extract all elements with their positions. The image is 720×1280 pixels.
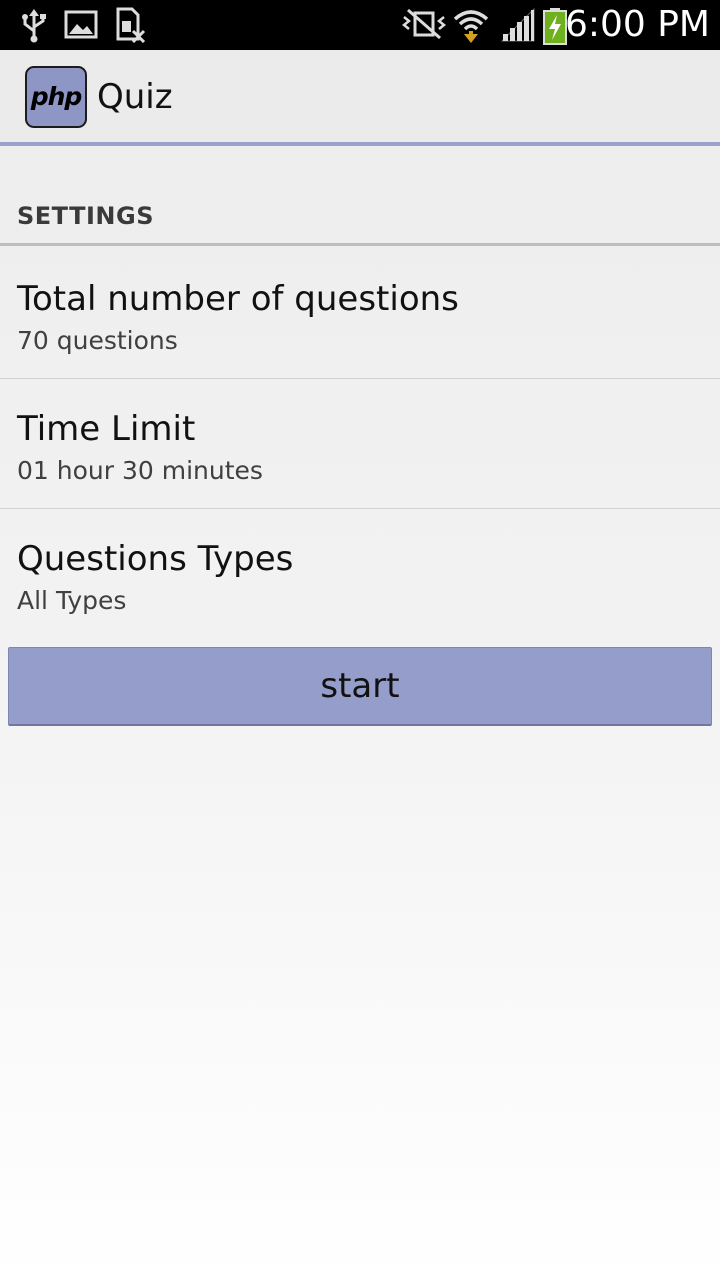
pref-title: Questions Types — [17, 539, 294, 579]
settings-header-label: SETTINGS — [17, 202, 154, 230]
no-sim-icon — [116, 7, 146, 43]
php-app-icon[interactable]: php — [25, 66, 87, 128]
pref-time-limit[interactable]: Time Limit 01 hour 30 minutes — [0, 379, 720, 509]
image-icon — [64, 10, 98, 39]
signal-icon — [500, 7, 535, 42]
usb-icon — [22, 9, 46, 43]
wifi-icon — [453, 10, 489, 43]
vibrate-silent-icon — [402, 8, 446, 40]
pref-summary: All Types — [17, 586, 127, 615]
pref-summary: 01 hour 30 minutes — [17, 456, 263, 485]
start-button[interactable]: start — [8, 647, 712, 726]
pref-total-questions[interactable]: Total number of questions 70 questions — [0, 249, 720, 379]
pref-questions-types[interactable]: Questions Types All Types — [0, 509, 720, 639]
status-bar: 6:00 PM — [0, 0, 720, 50]
pref-title: Total number of questions — [17, 279, 459, 319]
app-icon-text: php — [30, 82, 83, 111]
pref-summary: 70 questions — [17, 326, 178, 355]
pref-title: Time Limit — [17, 409, 196, 449]
status-time: 6:00 PM — [564, 4, 710, 45]
app-title: Quiz — [97, 77, 173, 117]
action-bar: php Quiz — [0, 50, 720, 146]
settings-header: SETTINGS — [0, 146, 720, 246]
